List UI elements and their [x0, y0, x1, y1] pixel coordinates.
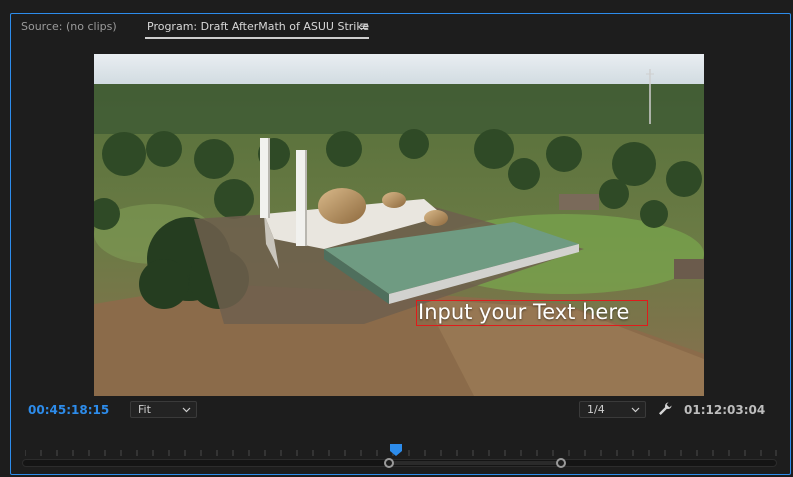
playback-resolution-select[interactable]: 1/4: [579, 401, 646, 418]
playhead-marker[interactable]: [390, 444, 402, 456]
duration-timecode: 01:12:03:04: [684, 403, 766, 417]
zoom-range-right-handle[interactable]: [556, 458, 566, 468]
playback-resolution-value: 1/4: [587, 403, 605, 416]
zoom-range-left-handle[interactable]: [384, 458, 394, 468]
wrench-icon[interactable]: [657, 401, 673, 417]
zoom-level-select[interactable]: Fit: [130, 401, 197, 418]
chevron-down-icon: [631, 407, 640, 413]
video-frame-image: [94, 54, 704, 396]
hamburger-menu-icon[interactable]: ≡: [359, 19, 369, 33]
text-overlay-box[interactable]: Input your Text here: [416, 300, 648, 326]
active-tab-indicator: [145, 37, 369, 39]
program-viewer[interactable]: Input your Text here: [94, 54, 704, 396]
current-timecode[interactable]: 00:45:18:15: [28, 403, 109, 417]
tab-source[interactable]: Source: (no clips): [21, 20, 117, 33]
zoom-level-value: Fit: [138, 403, 151, 416]
chevron-down-icon: [182, 407, 191, 413]
zoom-scrollbar-range[interactable]: [389, 461, 561, 465]
tab-program[interactable]: Program: Draft AfterMath of ASUU Strike: [147, 20, 369, 33]
